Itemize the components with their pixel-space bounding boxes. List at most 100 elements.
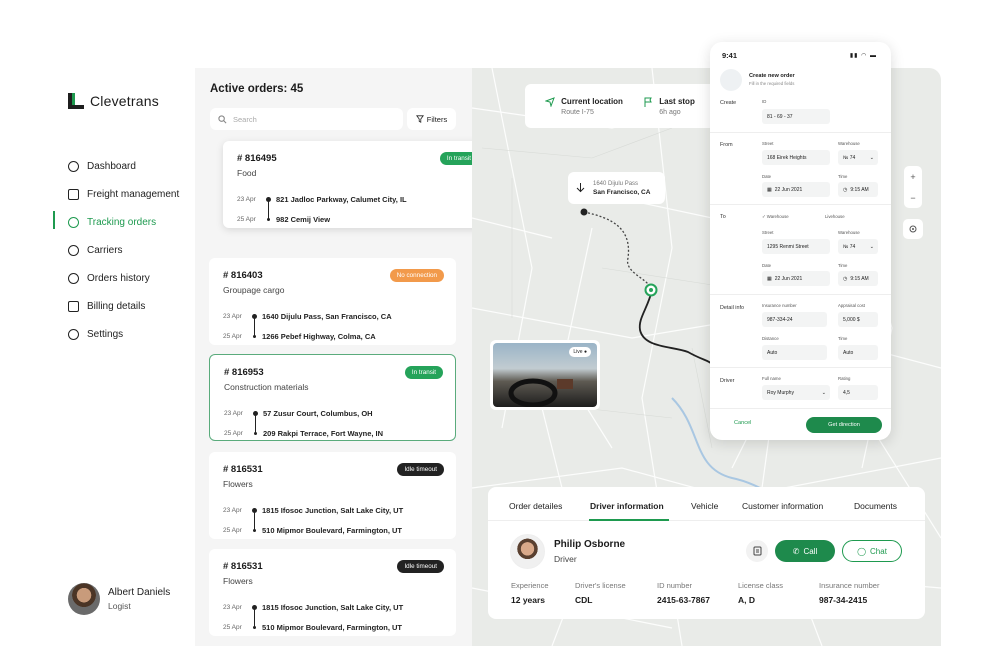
order-card[interactable]: # 816531 Flowers Idle timeout 23 Apr 1815 If…: [209, 549, 456, 636]
route-to-date: 25 Apr: [224, 429, 243, 437]
nav-item-freight[interactable]: Freight management: [68, 180, 192, 208]
to-option-warehouse[interactable]: ✓ Warehouse: [762, 214, 789, 220]
tab-vehicle[interactable]: Vehicle: [691, 487, 718, 511]
from-street-field[interactable]: 168 Eirek Heights: [762, 150, 830, 165]
to-date-value: 22 Jun 2021: [774, 275, 803, 282]
to-street-field[interactable]: 1295 Renmi Street: [762, 239, 830, 254]
to-time-field[interactable]: ◷ 9:15 AM: [838, 271, 878, 286]
info-license-class: License class A, D: [738, 581, 783, 605]
route-to-address: 209 Rakpi Terrace, Fort Wayne, IN: [263, 428, 384, 438]
nav-item-billing[interactable]: Billing details: [68, 292, 192, 320]
detail-time-field[interactable]: Auto: [838, 345, 878, 360]
to-warehouse-label: Warehouse: [838, 230, 860, 235]
to-warehouse-select[interactable]: № 74 ⌄: [838, 239, 878, 254]
section-detail: Detail info: [720, 305, 744, 311]
get-direction-button[interactable]: Get direction: [806, 417, 882, 433]
tab-driver-info[interactable]: Driver information: [590, 487, 664, 511]
nav-label: Dashboard: [87, 160, 136, 172]
to-option-livehouse[interactable]: Livehouse: [825, 214, 845, 219]
driver-select[interactable]: Roy Murphy ⌄: [762, 385, 830, 400]
distance-field[interactable]: Auto: [762, 345, 827, 360]
from-warehouse-select[interactable]: № 74 ⌄: [838, 150, 878, 165]
nav-item-dashboard[interactable]: Dashboard: [68, 152, 192, 180]
nav-label: Freight management: [87, 188, 180, 200]
order-cargo: Food: [237, 168, 257, 178]
nav-label: Orders history: [87, 272, 150, 284]
divider: [710, 408, 891, 409]
order-card[interactable]: # 816531 Flowers Idle timeout 23 Apr 1815 If…: [209, 452, 456, 539]
info-value: 12 years: [511, 595, 546, 605]
info-value: A, D: [738, 595, 755, 605]
nav-item-carriers[interactable]: Carriers: [68, 236, 192, 264]
live-camera-feed[interactable]: Live ●: [490, 340, 600, 410]
section-to: To: [720, 214, 726, 220]
last-stop-sub: 6h ago: [659, 108, 681, 116]
rating-field[interactable]: 4,5: [838, 385, 878, 400]
compass-icon: [68, 216, 79, 228]
route-line: [254, 608, 255, 628]
zoom-out-button[interactable]: −: [910, 193, 915, 203]
chevron-down-icon: ⌄: [821, 389, 826, 396]
order-route: 23 Apr 821 Jadloc Parkway, Calumet City, …: [237, 189, 407, 229]
from-warehouse-label: Warehouse: [838, 141, 860, 146]
orders-title: Active orders: 45: [210, 83, 304, 95]
nav-item-settings[interactable]: Settings: [68, 320, 192, 348]
live-label: Live: [573, 349, 583, 355]
document-button[interactable]: [746, 540, 768, 562]
id-field[interactable]: 81 - 69 - 37: [762, 109, 830, 124]
cost-field[interactable]: 5,000 $: [838, 312, 878, 327]
driver-cabin-video: Live ●: [493, 343, 597, 407]
nav-label: Settings: [87, 328, 124, 340]
clock-icon: ◷: [843, 275, 848, 282]
rating-label: Rating: [838, 376, 851, 381]
user-profile[interactable]: Albert Daniels Logist: [68, 583, 170, 615]
tab-order-details[interactable]: Order detailes: [509, 487, 562, 511]
chat-icon: ◯: [857, 546, 867, 556]
nav-item-tracking[interactable]: Tracking orders: [68, 208, 192, 236]
section-create: Create: [720, 100, 737, 106]
nav-item-orders-history[interactable]: Orders history: [68, 264, 192, 292]
tab-customer-info[interactable]: Customer information: [742, 487, 823, 511]
pass-line2: San Francisco, CA: [593, 188, 651, 196]
current-location[interactable]: Current location Route I-75: [545, 97, 623, 116]
navigation-icon: [545, 96, 556, 107]
flag-icon: [644, 97, 653, 107]
from-time-label: Time: [838, 174, 848, 179]
brand-logo[interactable]: Clevetrans: [68, 93, 159, 109]
search-input[interactable]: Search: [210, 108, 403, 130]
cancel-button[interactable]: Cancel: [734, 420, 751, 426]
locate-button[interactable]: [903, 219, 923, 239]
crosshair-icon: [909, 225, 917, 233]
start-point-popup[interactable]: 1640 Dijulu Pass San Francisco, CA: [568, 172, 665, 204]
info-license: Driver's license CDL: [575, 581, 626, 605]
to-date-field[interactable]: ▦ 22 Jun 2021: [762, 271, 830, 286]
zoom-in-button[interactable]: +: [910, 172, 915, 182]
call-button[interactable]: ✆ Call: [775, 540, 835, 562]
gear-icon: [68, 328, 79, 340]
order-route: 23 Apr 1815 Ifosoc Junction, Salt Lake Ci…: [223, 597, 403, 637]
to-date-label: Date: [762, 263, 772, 268]
nav-active-indicator: [53, 211, 55, 229]
route-to-date: 25 Apr: [223, 623, 242, 631]
route-from-address: 821 Jadloc Parkway, Calumet City, IL: [276, 194, 407, 204]
filters-button[interactable]: Filters: [407, 108, 456, 130]
order-card[interactable]: # 816403 Groupage cargo No connection 23 Ap…: [209, 258, 456, 345]
details-tabs: Order detailes Driver information Vehicl…: [488, 487, 925, 521]
insurance-label: Insurance number: [762, 303, 797, 308]
from-time-field[interactable]: ◷ 9:15 AM: [838, 182, 878, 197]
route-to-date: 25 Apr: [223, 526, 242, 534]
last-stop[interactable]: Last stop 6h ago: [643, 97, 695, 116]
order-card[interactable]: # 816495 Food In transit 23 Apr 821 Jadloc P…: [223, 141, 490, 228]
to-time-value: 9:15 AM: [850, 275, 869, 282]
info-key: Driver's license: [575, 581, 626, 590]
insurance-field[interactable]: 987-334-24: [762, 312, 827, 327]
chat-button[interactable]: ◯ Chat: [842, 540, 902, 562]
from-date-field[interactable]: ▦ 22 Jun 2021: [762, 182, 830, 197]
route-from-address: 1815 Ifosoc Junction, Salt Lake City, UT: [262, 602, 404, 612]
order-card[interactable]: # 816953 Construction materials In transit…: [209, 354, 456, 441]
calendar-icon: ▦: [767, 275, 772, 282]
tab-documents[interactable]: Documents: [854, 487, 897, 511]
current-location-sub: Route I-75: [561, 108, 594, 116]
box-icon: [68, 188, 79, 200]
order-route: 23 Apr 57 Zusur Court, Columbus, OH 25 Apr…: [224, 403, 383, 443]
